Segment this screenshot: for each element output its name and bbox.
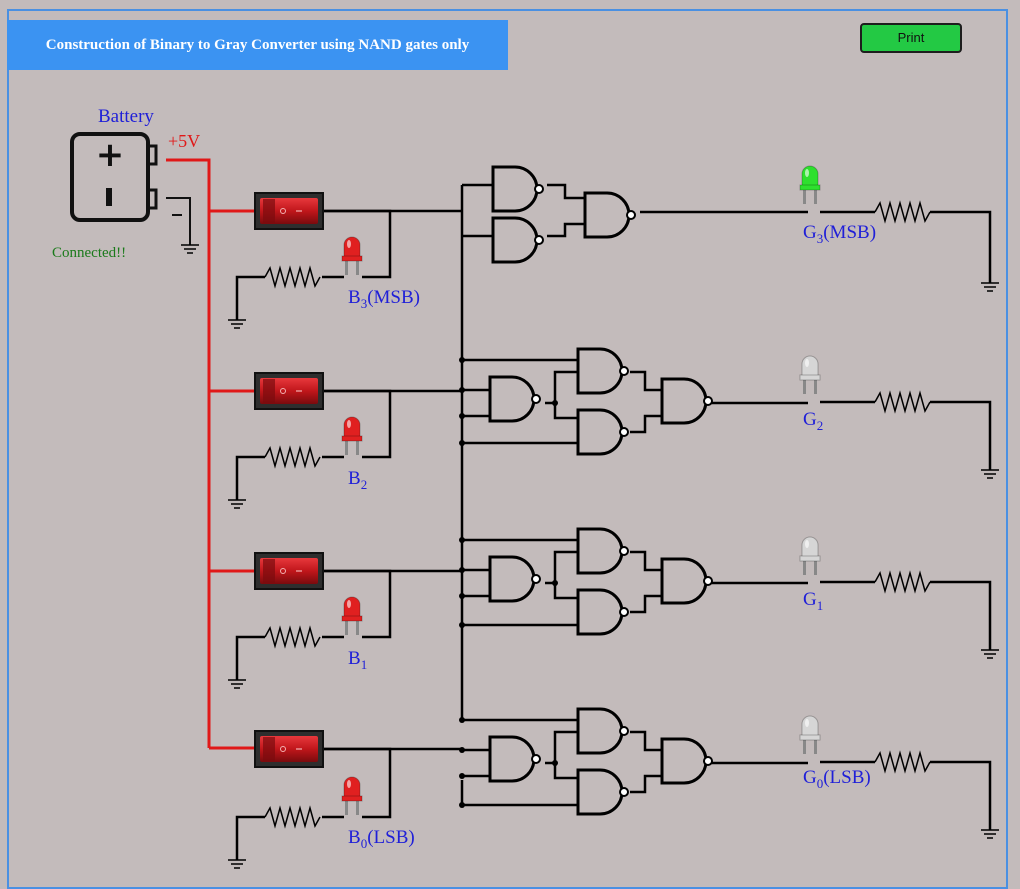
- nand-gate: [491, 165, 544, 213]
- nand-gate: [576, 707, 629, 755]
- ground-icon: [981, 282, 999, 292]
- nand-gate: [660, 737, 713, 785]
- input-label: B3(MSB): [348, 287, 420, 311]
- resistor-icon: [264, 445, 321, 469]
- input-switch[interactable]: [254, 730, 324, 768]
- resistor-icon: [264, 625, 321, 649]
- input-switch[interactable]: [254, 192, 324, 230]
- nand-gate: [488, 735, 541, 783]
- nand-gate: [576, 347, 629, 395]
- nand-gate: [491, 216, 544, 264]
- battery: +: [70, 132, 158, 222]
- nand-gate: [576, 527, 629, 575]
- ground-icon: [981, 829, 999, 839]
- minus-terminal-icon: [106, 188, 112, 206]
- output-led-icon: [799, 715, 821, 754]
- ground-icon: [181, 244, 199, 254]
- nand-gate: [583, 191, 636, 239]
- input-switch[interactable]: [254, 372, 324, 410]
- power-wire: [166, 158, 255, 750]
- nand-gate: [576, 408, 629, 456]
- battery-label: Battery: [98, 106, 154, 127]
- circuit-diagram: + Battery +5V Connected!! B3(MSB)B2B1B0(…: [52, 106, 999, 869]
- ground-icon: [228, 859, 246, 869]
- resistor-icon: [874, 390, 931, 414]
- nand-gate: [488, 555, 541, 603]
- resistor-icon: [874, 750, 931, 774]
- ground-icon: [228, 319, 246, 329]
- ground-icon: [981, 469, 999, 479]
- input-led-icon: [341, 776, 363, 815]
- resistor-icon: [874, 570, 931, 594]
- input-led-icon: [341, 236, 363, 275]
- input-switch[interactable]: [254, 552, 324, 590]
- output-led-icon: [799, 165, 821, 204]
- nand-gate: [660, 377, 713, 425]
- output-label: G3(MSB): [803, 222, 876, 246]
- input-label: B2: [348, 468, 367, 492]
- voltage-label: +5V: [168, 131, 200, 151]
- ground-icon: [228, 499, 246, 509]
- nand-gate: [576, 588, 629, 636]
- output-led-icon: [799, 355, 821, 394]
- plus-icon: +: [96, 135, 125, 175]
- resistor-icon: [874, 200, 931, 224]
- resistor-icon: [264, 265, 321, 289]
- nand-gate: [576, 768, 629, 816]
- resistor-icon: [264, 805, 321, 829]
- ground-icon: [981, 649, 999, 659]
- output-label: G1: [803, 589, 823, 613]
- nand-gates: [488, 165, 713, 816]
- nand-gate: [660, 557, 713, 605]
- output-label: G2: [803, 409, 823, 433]
- input-label: B0(LSB): [348, 827, 415, 851]
- input-label: B1: [348, 648, 367, 672]
- output-label: G0(LSB): [803, 767, 871, 791]
- connection-status: Connected!!: [52, 245, 126, 261]
- input-led-icon: [341, 416, 363, 455]
- ground-icon: [228, 679, 246, 689]
- input-led-icon: [341, 596, 363, 635]
- output-led-icon: [799, 536, 821, 575]
- nand-gate: [488, 375, 541, 423]
